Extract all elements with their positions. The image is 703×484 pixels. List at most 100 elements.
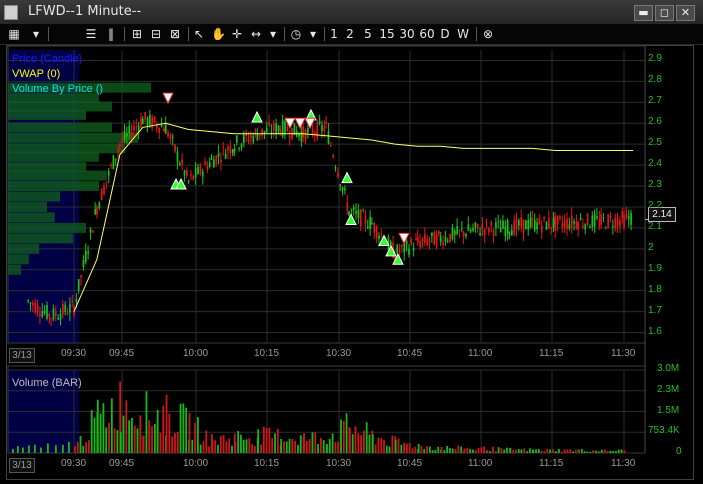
candle-body (98, 202, 101, 208)
volume-bar (28, 445, 30, 453)
volume-bar (257, 429, 260, 453)
volume-bar (558, 449, 560, 453)
legend-price-candle: Price (Candle) (12, 53, 83, 65)
candle-body (431, 232, 433, 237)
candle-body (270, 131, 273, 134)
volume-bar (234, 441, 237, 453)
candle-body (538, 217, 541, 225)
candle-body (48, 313, 51, 318)
legend-volume-by-price: Volume By Price () (12, 83, 104, 95)
volume-bar (96, 399, 99, 453)
stock-chart[interactable] (0, 0, 703, 484)
candle-body (43, 310, 46, 314)
volume-bar (162, 405, 165, 453)
candle-body (593, 214, 596, 227)
volume-bar (431, 450, 434, 453)
volume-bar (93, 417, 96, 453)
y-tick-label: 2.4 (648, 158, 662, 170)
volume-bar (202, 441, 205, 453)
legend-vwap: VWAP (0) (12, 68, 61, 80)
volume-bar (400, 444, 403, 453)
volume-bar (515, 450, 517, 453)
volume-bar (423, 449, 426, 453)
candle-body (401, 244, 403, 247)
candle-body (153, 116, 156, 123)
candle-body (80, 275, 82, 278)
volume-bar (76, 441, 79, 453)
volume-bar (506, 447, 508, 453)
volume-bar (136, 428, 139, 453)
volume-date-label: 3/13 (9, 458, 35, 473)
candle-body (442, 241, 444, 246)
candle-body (540, 225, 543, 232)
candle-body (479, 233, 481, 236)
volume-bar (546, 448, 549, 453)
volume-bar (601, 449, 603, 453)
candle-body (504, 226, 507, 237)
volume-bar (357, 433, 360, 453)
candle-body (197, 167, 199, 175)
volume-bar (354, 426, 357, 453)
volume-bar (543, 451, 546, 453)
candle-body (66, 313, 69, 315)
volume-x-tick-label: 09:30 (61, 458, 87, 469)
candle-body (362, 210, 364, 212)
candle-body (158, 127, 161, 133)
volume-bar (426, 445, 428, 453)
volume-bar (12, 448, 14, 453)
candle-body (190, 174, 192, 176)
volume-bar (182, 403, 185, 453)
candle-body (625, 213, 628, 219)
volume-by-price-bar (8, 264, 21, 275)
candle-body (352, 207, 355, 211)
candle-body (256, 134, 259, 141)
candle-body (412, 247, 415, 251)
x-tick-label: 09:45 (109, 348, 135, 359)
volume-bar (108, 422, 110, 453)
volume-bar (314, 432, 317, 453)
candle-body (570, 215, 573, 228)
candle-body (609, 216, 612, 219)
candle-body (59, 313, 62, 320)
buy-signal-marker (345, 213, 357, 226)
volume-by-price-bar (8, 151, 99, 162)
volume-y-tick-label: 753.4K (648, 425, 680, 437)
candle-body (96, 207, 98, 215)
volume-by-price-bar (8, 212, 55, 223)
volume-bar (454, 448, 457, 453)
candle-body (92, 230, 94, 233)
sell-signal-marker (398, 232, 410, 245)
candle-body (416, 236, 419, 243)
candle-body (506, 220, 509, 234)
candle-body (311, 128, 314, 135)
candle-body (513, 220, 516, 235)
candle-body (149, 114, 151, 125)
volume-bar (194, 423, 196, 453)
candle-body (563, 220, 566, 228)
x-tick-label: 09:30 (61, 348, 87, 359)
candle-body (64, 304, 67, 312)
candle-body (247, 138, 250, 142)
candle-body (439, 236, 442, 242)
candle-body (476, 223, 479, 228)
candle-body (217, 152, 220, 157)
volume-bar (119, 431, 122, 453)
volume-x-tick-label: 10:30 (326, 458, 352, 469)
candle-body (39, 314, 41, 317)
candle-body (371, 223, 373, 225)
candle-body (229, 145, 232, 154)
volume-bar (471, 449, 474, 453)
volume-bar (463, 448, 466, 453)
volume-bar (99, 413, 102, 453)
volume-bar (566, 449, 569, 453)
candle-body (614, 217, 617, 229)
candle-body (550, 227, 553, 229)
candle-body (117, 150, 119, 152)
candle-body (220, 159, 222, 163)
candle-body (495, 222, 497, 229)
volume-bar (460, 446, 463, 453)
volume-bar (466, 447, 469, 453)
volume-bar (110, 398, 113, 453)
volume-bar (606, 451, 609, 453)
volume-bar (248, 438, 251, 453)
